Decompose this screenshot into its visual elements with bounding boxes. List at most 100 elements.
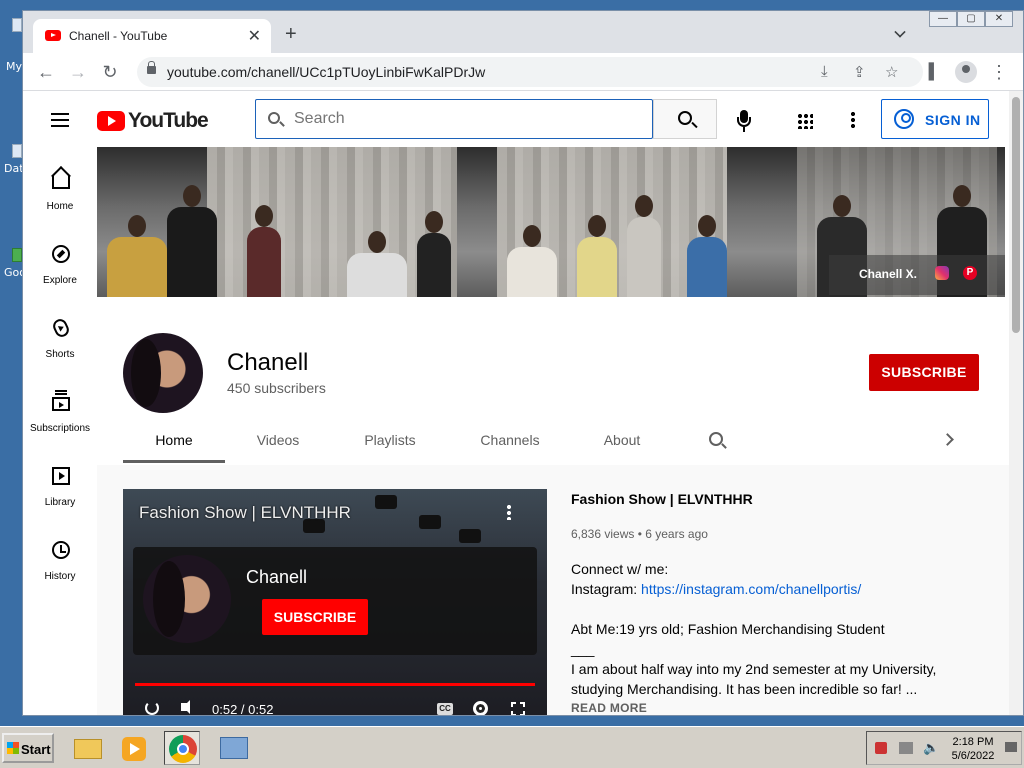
player-more-icon[interactable] (507, 504, 511, 520)
desktop-icon-google[interactable]: Goo (0, 244, 24, 284)
desc-line-1: I am about half way into my 2nd semester… (571, 661, 937, 677)
browser-menu-icon[interactable]: ⋮ (988, 61, 1010, 83)
chevron-right-icon[interactable] (941, 433, 954, 446)
page-scrollbar[interactable] (1009, 91, 1023, 715)
windows-flag-icon (7, 742, 19, 754)
video-title[interactable]: Fashion Show | ELVNTHHR (571, 491, 753, 507)
browser-toolbar: ← → ↻ youtube.com/chanell/UCc1pTUoyLinbi… (23, 53, 1023, 91)
search-input[interactable] (294, 108, 644, 130)
computer-icon (12, 18, 22, 32)
bookmark-star-icon[interactable]: ☆ (885, 63, 898, 81)
minimize-button[interactable]: — (929, 11, 957, 27)
guide-item-shorts[interactable]: Shorts (23, 316, 97, 379)
security-alert-icon[interactable] (875, 742, 887, 754)
fullscreen-icon[interactable] (510, 701, 526, 715)
tab-close-icon[interactable]: ✕ (248, 26, 261, 46)
guide-item-library[interactable]: Library (23, 467, 97, 527)
tab-title: Chanell - YouTube (69, 29, 168, 43)
endscreen-channel-card: Chanell SUBSCRIBE (133, 547, 537, 655)
guide-item-history[interactable]: History (23, 541, 97, 601)
read-more-button[interactable]: READ MORE (571, 701, 647, 715)
captions-icon[interactable]: CC (437, 703, 453, 715)
scrollbar-thumb[interactable] (1012, 97, 1020, 333)
endscreen-avatar[interactable] (143, 555, 231, 643)
replay-icon[interactable] (145, 701, 159, 715)
player-video-title[interactable]: Fashion Show | ELVNTHHR (139, 503, 351, 523)
channel-search-icon[interactable] (709, 432, 723, 446)
start-button[interactable]: Start (2, 733, 54, 763)
guide-menu-icon[interactable] (51, 113, 69, 127)
search-button[interactable] (653, 99, 717, 139)
browser-window: Chanell - YouTube ✕ + — ▢ ✕ ← → ↻ youtub… (22, 10, 1024, 716)
tab-about[interactable]: About (593, 419, 651, 463)
file-explorer-icon[interactable] (70, 731, 106, 765)
tab-channels[interactable]: Channels (471, 419, 549, 463)
desc-line-2: studying Merchandising. It has been incr… (571, 681, 918, 697)
share-icon[interactable]: ⇪ (853, 63, 866, 81)
library-icon (52, 467, 70, 485)
channel-avatar[interactable] (123, 333, 203, 413)
channel-banner: Chanell X. P (97, 147, 1005, 297)
guide-item-label: Home (46, 201, 74, 212)
sign-in-button[interactable]: SIGN IN (881, 99, 989, 139)
guide-item-explore[interactable]: Explore (23, 245, 97, 305)
player-time: 0:52 / 0:52 (212, 702, 274, 715)
show-desktop-icon[interactable] (1005, 742, 1017, 752)
volume-icon[interactable] (181, 700, 190, 714)
youtube-logo-text: YouTube (128, 109, 209, 132)
tab-home[interactable]: Home (123, 419, 225, 463)
browser-tab[interactable]: Chanell - YouTube ✕ (33, 19, 271, 53)
youtube-play-icon (97, 111, 125, 131)
media-player-icon[interactable] (116, 731, 152, 765)
clock-time: 2:18 PM (952, 736, 994, 748)
desc-instagram-label: Instagram: (571, 581, 642, 597)
chrome-taskbar-icon[interactable] (164, 731, 200, 765)
tab-videos[interactable]: Videos (243, 419, 313, 463)
settings-kebab-icon[interactable] (851, 111, 855, 129)
reload-icon[interactable]: ↻ (99, 61, 121, 83)
guide-item-home[interactable]: Home (23, 171, 97, 231)
network-icon[interactable] (899, 742, 913, 754)
progress-bar[interactable] (135, 683, 535, 686)
close-window-button[interactable]: ✕ (985, 11, 1013, 27)
search-box (255, 99, 653, 139)
tab-playlists[interactable]: Playlists (353, 419, 427, 463)
address-bar[interactable]: youtube.com/chanell/UCc1pTUoyLinbiFwKalP… (137, 57, 923, 87)
endscreen-channel-name: Chanell (246, 567, 308, 587)
install-app-icon[interactable]: ⤓ (821, 63, 828, 80)
video-player[interactable]: Fashion Show | ELVNTHHR Chanell SUBSCRIB… (123, 489, 547, 715)
microphone-icon[interactable] (737, 110, 751, 132)
home-icon (52, 175, 70, 189)
instagram-icon[interactable] (935, 266, 949, 280)
desktop-icon-label: Dat (4, 162, 24, 175)
pinterest-icon[interactable]: P (963, 266, 977, 280)
forward-arrow-icon[interactable]: → (67, 61, 89, 83)
account-icon (894, 109, 914, 129)
endscreen-subscribe-button[interactable]: SUBSCRIBE (262, 599, 368, 635)
desktop-icon-data[interactable]: Dat (0, 140, 24, 180)
subscriptions-icon (52, 393, 70, 411)
side-panel-icon[interactable]: ▌ (923, 61, 945, 83)
volume-tray-icon[interactable]: 🔈 (923, 740, 939, 756)
apps-grid-icon[interactable] (797, 113, 813, 129)
desktop-icon-label: Goo (4, 266, 24, 279)
tab-search-chevron-icon[interactable] (894, 26, 906, 38)
file-icon (12, 144, 22, 158)
clock[interactable]: 2:18 PM 5/6/2022 (947, 735, 999, 763)
gear-icon[interactable] (473, 701, 488, 715)
banner-social-links: Chanell X. P (829, 255, 1005, 295)
instagram-link[interactable]: https://instagram.com/chanellportis/ (641, 581, 861, 597)
desc-about: Abt Me:19 yrs old; Fashion Merchandising… (571, 621, 885, 637)
guide-item-label: Library (44, 497, 76, 508)
guide-item-subscriptions[interactable]: Subscriptions (23, 393, 97, 453)
control-panel-icon[interactable] (216, 731, 252, 765)
subscribe-button[interactable]: SUBSCRIBE (869, 354, 979, 391)
back-arrow-icon[interactable]: ← (35, 61, 57, 83)
desc-connect: Connect w/ me: (571, 561, 669, 577)
desktop-icon-my-computer[interactable]: My (0, 18, 24, 78)
search-icon (268, 112, 280, 124)
maximize-button[interactable]: ▢ (957, 11, 985, 27)
new-tab-button[interactable]: + (285, 23, 297, 46)
guide-item-label: Subscriptions (29, 423, 91, 434)
profile-avatar-icon[interactable] (955, 61, 977, 83)
